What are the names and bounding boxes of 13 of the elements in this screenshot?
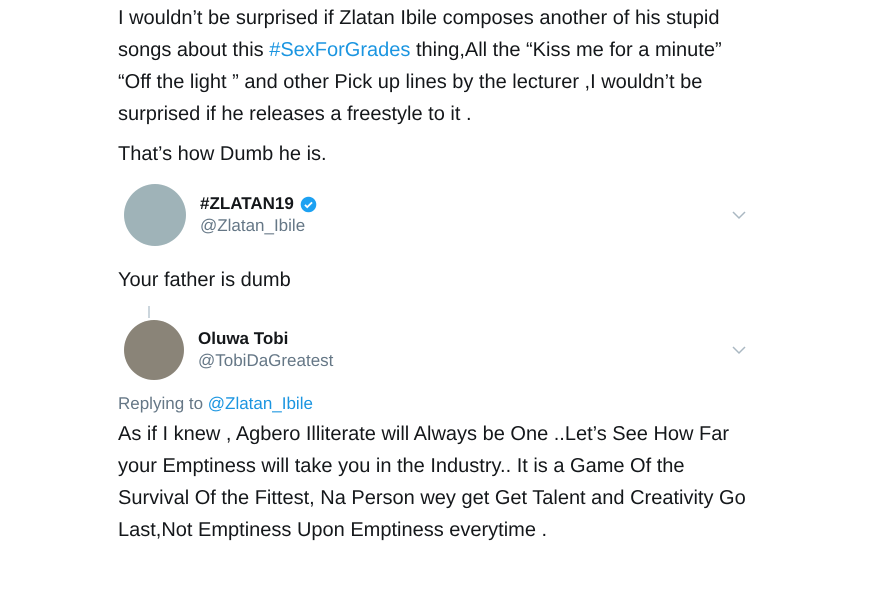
user-handle: @TobiDaGreatest <box>198 351 334 371</box>
display-name: Oluwa Tobi <box>198 329 288 349</box>
reply-text: As if I knew , Agbero Illiterate will Always be One ..Let’s See How Far your Emptiness will take you in the Industry.. It is a Game Of the Survival Of the Fittest, Na Person wey get Get Talent and Creativity Go Last,Not Emptiness Upon Emptiness everytime . <box>118 422 747 543</box>
tweet-text: I wouldn’t be surprised if Zlatan Ibile composes another of his stupid songs about this #SexForGrades thing,All the “Kiss me for a minute” “Off the light ” and other Pick up lines by the lecturer ,I wouldn’t be surprised if he releases a freestyle to it . <box>118 6 723 127</box>
reply-text: Your father is dumb <box>118 268 292 293</box>
hashtag-link[interactable]: #SexForGrades <box>269 39 410 61</box>
tweet-text: That’s how Dumb he is. <box>118 142 328 167</box>
mention-link[interactable]: @Zlatan_Ibile <box>208 394 313 413</box>
chevron-down-icon[interactable] <box>732 346 746 354</box>
replying-to-text: Replying to @Zlatan_Ibile <box>118 394 314 414</box>
display-name: #ZLATAN19 <box>200 194 294 214</box>
chevron-down-icon[interactable] <box>732 210 746 220</box>
user-handle: @Zlatan_Ibile <box>200 216 306 236</box>
